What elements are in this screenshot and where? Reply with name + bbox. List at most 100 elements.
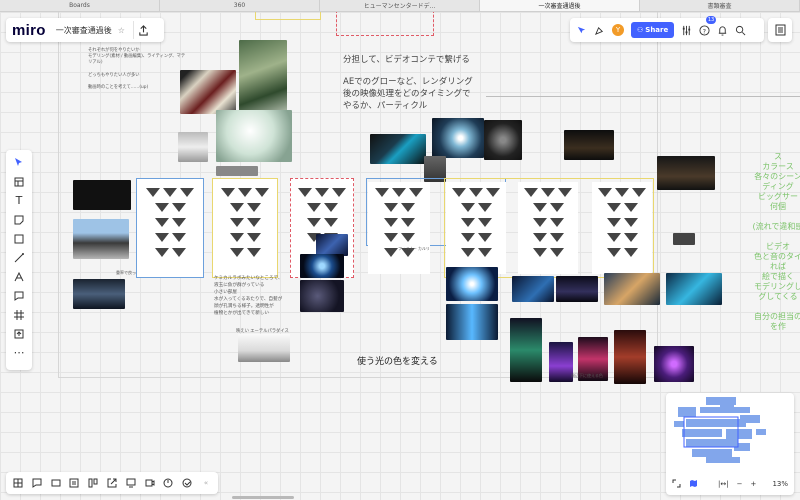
collaboration-bar: Y ⚇ Share ? 13: [570, 15, 764, 42]
kanban-icon[interactable]: [87, 477, 99, 489]
storyboard-sheet-4[interactable]: [368, 182, 430, 274]
notes-list-icon: [775, 21, 786, 40]
chat-icon[interactable]: [50, 477, 62, 489]
zoom-level[interactable]: 13%: [772, 480, 788, 488]
image-light-burst[interactable]: [446, 267, 498, 301]
map-toggle-icon[interactable]: [689, 479, 698, 490]
export-icon[interactable]: [132, 21, 153, 39]
frame-icon[interactable]: [10, 308, 28, 321]
star-icon[interactable]: ☆: [118, 26, 125, 35]
board-menu-button[interactable]: [768, 18, 792, 42]
minimap[interactable]: |↔| − + 13%: [666, 393, 794, 495]
more-icon[interactable]: ⋯: [10, 346, 28, 359]
image-cyan-waves[interactable]: [666, 273, 722, 305]
shape-icon[interactable]: [10, 232, 28, 245]
image-green-city[interactable]: [510, 318, 542, 382]
text-split-storyboard[interactable]: 分担して、ビデオコンテで繋げる: [343, 53, 470, 65]
connector-icon[interactable]: [10, 251, 28, 264]
image-corridor-white[interactable]: [216, 110, 292, 162]
image-red-street[interactable]: [614, 330, 646, 384]
image-pyramid-dark[interactable]: [556, 276, 598, 302]
browser-tab-active[interactable]: 一次審査通過後: [480, 0, 640, 11]
browser-tab-boards[interactable]: Boards: [0, 0, 160, 11]
note-film[interactable]: フィルム・カルリ: [398, 246, 430, 252]
image-small-thumb-right[interactable]: [673, 233, 695, 245]
note-small-bottom[interactable]: 周辺下に使える色: [571, 373, 603, 379]
text-icon[interactable]: T: [10, 194, 28, 207]
storyboard-sheet-7[interactable]: [592, 182, 652, 274]
image-purple-figure[interactable]: [654, 346, 694, 382]
screen-share-icon[interactable]: [125, 477, 137, 489]
video-icon[interactable]: [144, 477, 156, 489]
top-dashed-frame[interactable]: [336, 12, 434, 36]
note-mid[interactable]: ケミカルラボみたいなところで、 液玉に魚が群がっている 小さい部屋 水が入ってく…: [214, 275, 296, 317]
comment-icon[interactable]: [10, 289, 28, 302]
note-right-green[interactable]: ス カラース 各々のシーン ディング ビッグサー 何個 (流れで違和感 ビデオ …: [738, 152, 800, 332]
scroll-indicator[interactable]: [232, 496, 294, 499]
sticky-note-icon[interactable]: [10, 213, 28, 226]
help-icon[interactable]: ? 13: [699, 15, 717, 40]
pen-icon[interactable]: [10, 270, 28, 283]
image-butterfly-dark[interactable]: [73, 180, 131, 210]
collapse-icon[interactable]: «: [200, 477, 212, 489]
storyboard-sheet-1[interactable]: [140, 182, 200, 274]
image-neon-portrait-1[interactable]: [549, 342, 573, 382]
text-effects[interactable]: AEでのグローなど、レンダリング 後の映像処理をどのタイミングで やるか、パーテ…: [343, 76, 473, 112]
note-top-left[interactable]: それぞれが何をやりたいか モデリング(素材 / 動画編集)、ライティング、マテリ…: [88, 48, 188, 91]
user-avatar[interactable]: Y: [612, 24, 624, 36]
minimap-overview[interactable]: [666, 393, 794, 473]
miro-logo[interactable]: miro: [12, 22, 46, 39]
search-icon[interactable]: [735, 21, 746, 40]
storyboard-sheet-2[interactable]: [216, 182, 274, 274]
template-icon[interactable]: [10, 175, 28, 188]
image-blue-hall[interactable]: [512, 276, 554, 302]
fit-screen-icon[interactable]: [672, 479, 681, 490]
image-interior-dark[interactable]: [73, 279, 125, 309]
bottom-toolbar: «: [6, 472, 218, 494]
image-photo-collage[interactable]: [180, 70, 236, 114]
image-fantasy-scene[interactable]: [604, 273, 660, 305]
top-yellow-frame[interactable]: [255, 12, 321, 20]
text-change-light-color[interactable]: 使う光の色を変える: [357, 354, 438, 367]
image-small-label[interactable]: [216, 166, 258, 176]
image-forest-room[interactable]: [239, 40, 287, 116]
minimap-controls: |↔| − + 13%: [672, 477, 788, 491]
browser-tab-document-review[interactable]: 書類審査: [640, 0, 800, 11]
cursor-icon[interactable]: [10, 156, 28, 169]
image-building-blue[interactable]: [73, 219, 129, 259]
vote-icon[interactable]: [181, 477, 193, 489]
connector-line-right[interactable]: [486, 96, 800, 97]
cursor-share-icon[interactable]: [576, 21, 587, 40]
image-tunnel-dark[interactable]: [484, 120, 522, 160]
board-icon[interactable]: [12, 477, 24, 489]
image-dark-stage-right[interactable]: [564, 130, 614, 160]
fit-width-icon[interactable]: |↔|: [718, 480, 729, 488]
image-neon-corridor[interactable]: [446, 304, 498, 340]
browser-tab-360[interactable]: 360: [160, 0, 320, 11]
image-dark-plant[interactable]: [300, 280, 344, 312]
image-tunnel-blue[interactable]: [432, 118, 484, 158]
browser-tab-human-centered[interactable]: ヒューマンセンタードデ...: [320, 0, 480, 11]
storyboard-sheet-6[interactable]: [518, 182, 578, 274]
external-link-icon[interactable]: [106, 477, 118, 489]
celebrate-icon[interactable]: [594, 21, 605, 40]
image-arch-gray[interactable]: [178, 132, 208, 162]
image-runway-white[interactable]: [238, 334, 290, 362]
image-dark-room-right[interactable]: [657, 156, 715, 190]
board-title[interactable]: 一次審査通過後: [56, 25, 112, 36]
zoom-in-icon[interactable]: +: [750, 480, 756, 488]
upload-icon[interactable]: [10, 327, 28, 340]
card-icon[interactable]: [68, 477, 80, 489]
settings-sliders-icon[interactable]: [681, 21, 692, 40]
storyboard-sheet-5[interactable]: [446, 182, 506, 274]
zoom-out-icon[interactable]: −: [737, 480, 743, 488]
image-blue-portal[interactable]: [300, 254, 344, 278]
image-sheet-inset-blue[interactable]: [316, 234, 348, 256]
left-toolbar: T ⋯: [6, 150, 32, 370]
share-button[interactable]: ⚇ Share: [631, 22, 675, 38]
notification-badge: 13: [705, 15, 717, 24]
image-stage-dark[interactable]: [370, 134, 426, 164]
bell-icon[interactable]: [717, 21, 728, 40]
sticky-icon[interactable]: [31, 477, 43, 489]
timer-icon[interactable]: [163, 477, 175, 489]
